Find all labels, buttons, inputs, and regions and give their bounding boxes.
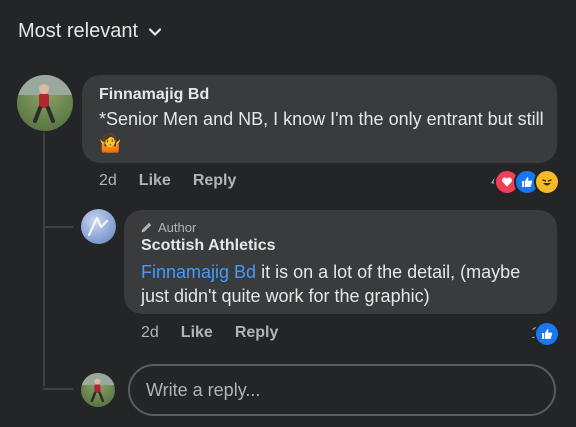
author-avatar[interactable] <box>81 209 116 244</box>
composer-avatar <box>81 373 115 407</box>
comment-actions: 2d Like Reply <box>99 172 236 190</box>
sort-label: Most relevant <box>18 20 139 42</box>
reply-reply-button[interactable]: Reply <box>235 324 279 342</box>
reply-author[interactable]: Scottish Athletics <box>141 237 276 255</box>
sort-dropdown[interactable]: Most relevant <box>18 20 162 43</box>
thread-branch-composer <box>43 388 73 390</box>
runner-photo-icon <box>17 75 73 123</box>
mention-link[interactable]: Finnamajig Bd <box>141 262 256 282</box>
haha-icon <box>534 169 560 195</box>
comment-bubble: Finnamajig Bd *Senior Men and NB, I know… <box>82 75 557 163</box>
runner-photo-icon <box>81 373 115 403</box>
avatar[interactable] <box>17 75 73 131</box>
reply-bubble: Author Scottish Athletics Finnamajig Bd … <box>124 210 557 314</box>
author-badge-label: Author <box>158 220 197 235</box>
comment-timestamp[interactable]: 2d <box>99 172 117 190</box>
reply-timestamp[interactable]: 2d <box>141 324 159 342</box>
comment-text: *Senior Men and NB, I know I'm the only … <box>99 107 544 155</box>
reply-button[interactable]: Reply <box>193 172 237 190</box>
chevron-down-icon <box>148 27 162 36</box>
thread-line <box>43 132 45 386</box>
shrug-emoji: 🤷 <box>99 133 122 153</box>
author-logo-icon <box>87 216 109 237</box>
thread-branch-reply <box>43 226 73 228</box>
like-icon <box>534 321 560 347</box>
comment-body: *Senior Men and NB, I know I'm the only … <box>99 109 544 129</box>
reply-like-button[interactable]: Like <box>181 324 213 342</box>
like-button[interactable]: Like <box>139 172 171 190</box>
comment-author[interactable]: Finnamajig Bd <box>99 86 209 104</box>
pencil-icon <box>141 222 152 233</box>
reply-input-placeholder: Write a reply... <box>146 379 261 400</box>
reply-reaction-summary[interactable]: 1 <box>531 321 560 347</box>
author-badge: Author <box>140 220 196 235</box>
reply-input[interactable]: Write a reply... <box>128 364 556 416</box>
reply-actions: 2d Like Reply <box>141 324 278 342</box>
reply-text: Finnamajig Bd it is on a lot of the deta… <box>141 260 546 308</box>
reaction-summary[interactable]: 4 <box>491 169 560 195</box>
